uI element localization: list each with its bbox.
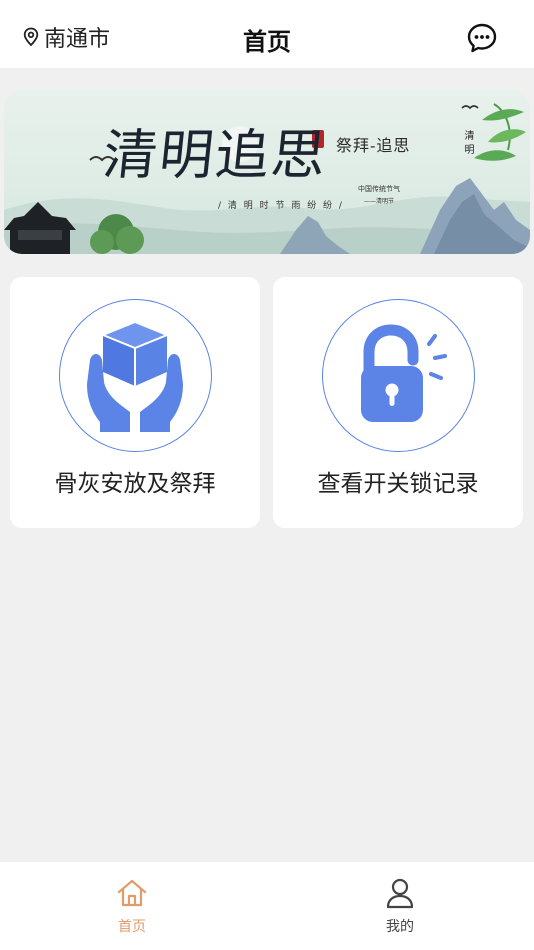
banner-vertical-text: 清明 (462, 130, 473, 158)
tab-home-label: 首页 (118, 919, 146, 935)
ash-placement-card[interactable]: 骨灰安放及祭拜 (10, 277, 260, 528)
banner-subtitle: 祭拜-追思 (336, 136, 411, 155)
page-title: 首页 (243, 28, 291, 56)
banner-note-line2: ——清明节 (364, 198, 395, 205)
tab-mine-label: 我的 (386, 919, 414, 935)
message-icon[interactable] (466, 22, 498, 54)
tab-mine[interactable]: 我的 (350, 872, 450, 942)
banner-note-line1: 中国传统节气 (358, 185, 400, 193)
unlock-icon (361, 324, 447, 422)
bottom-tab-bar: 首页 我的 (0, 862, 534, 950)
box-in-hands-icon (87, 320, 183, 432)
lock-records-label: 查看开关锁记录 (317, 471, 479, 497)
tab-home[interactable]: 首页 (82, 872, 182, 942)
user-icon (386, 878, 414, 909)
qingming-banner[interactable]: 清明追思 祭拜-追思 / 清 明 时 节 雨 纷 纷 / 清明 中国传统节气 —… (4, 90, 530, 254)
banner-poem-line: / 清 明 时 节 雨 纷 纷 / (218, 201, 344, 211)
top-nav-bar: 南通市 首页 (0, 0, 534, 68)
ash-placement-icon-ring (59, 299, 212, 452)
lock-records-card[interactable]: 查看开关锁记录 (273, 277, 523, 528)
home-icon (117, 879, 147, 907)
lock-records-icon-ring (322, 299, 475, 452)
banner-title: 清明追思 (100, 123, 331, 187)
ash-placement-label: 骨灰安放及祭拜 (54, 471, 216, 497)
